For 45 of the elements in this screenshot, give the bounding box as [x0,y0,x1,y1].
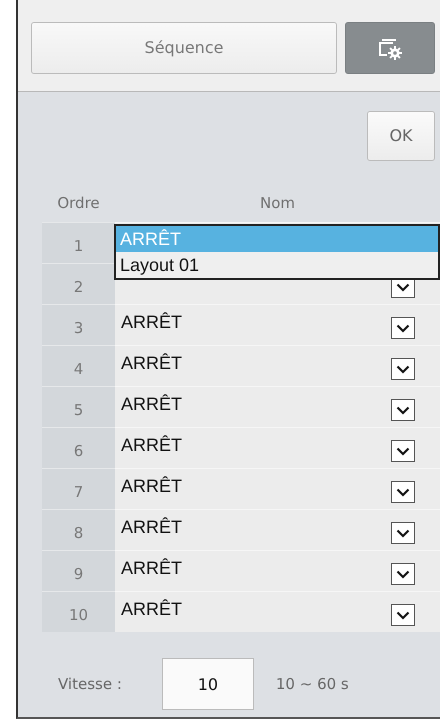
speed-range: 10 ~ 60 s [276,674,349,695]
chevron-down-icon [396,528,410,538]
name-text: ARRÊT [121,475,182,498]
order-cell: 6 [42,427,115,468]
chevron-down-icon [396,282,410,292]
order-cell: 4 [42,345,115,386]
settings-tab[interactable] [345,22,435,74]
column-header: Nom [258,192,296,214]
name-text: ARRÊT [121,516,182,539]
dropdown-button[interactable] [391,604,415,626]
chevron-down-icon [396,364,410,374]
order-cell: 5 [42,386,115,427]
sequence-tab[interactable]: Séquence [31,22,337,74]
dropdown-button[interactable] [391,563,415,585]
speed-input[interactable]: 10 [162,658,254,710]
order-cell: 9 [42,550,115,591]
order-cell: 2 [42,263,115,304]
name-text: ARRÊT [121,311,182,334]
dropdown-button[interactable] [391,440,415,462]
dropdown-button[interactable] [391,317,415,339]
window-settings-icon [377,38,403,60]
dropdown-button[interactable] [391,399,415,421]
name-text: ARRÊT [121,434,182,457]
dropdown-button[interactable] [391,522,415,544]
dropdown-option[interactable]: Layout 01 [116,252,438,278]
order-cell: 10 [42,591,115,632]
order-cell: 8 [42,509,115,550]
ok-button[interactable]: OK [367,111,435,161]
dropdown-button[interactable] [391,358,415,380]
chevron-down-icon [396,570,410,578]
chevron-down-icon [396,488,410,496]
order-cell: 7 [42,468,115,509]
name-text: ARRÊT [121,352,182,375]
chevron-down-icon [396,406,410,414]
chevron-down-icon [396,324,410,332]
chevron-down-icon [396,446,410,456]
chevron-down-icon [396,610,410,620]
column-header: Ordre [56,192,101,214]
order-cell: 3 [42,304,115,345]
dropdown-button[interactable] [391,481,415,503]
name-text: ARRÊT [121,557,182,580]
order-cell: 1 [42,222,115,263]
name-text: ARRÊT [121,393,182,416]
name-text: ARRÊT [121,598,182,621]
speed-label: Vitesse : [58,674,122,695]
